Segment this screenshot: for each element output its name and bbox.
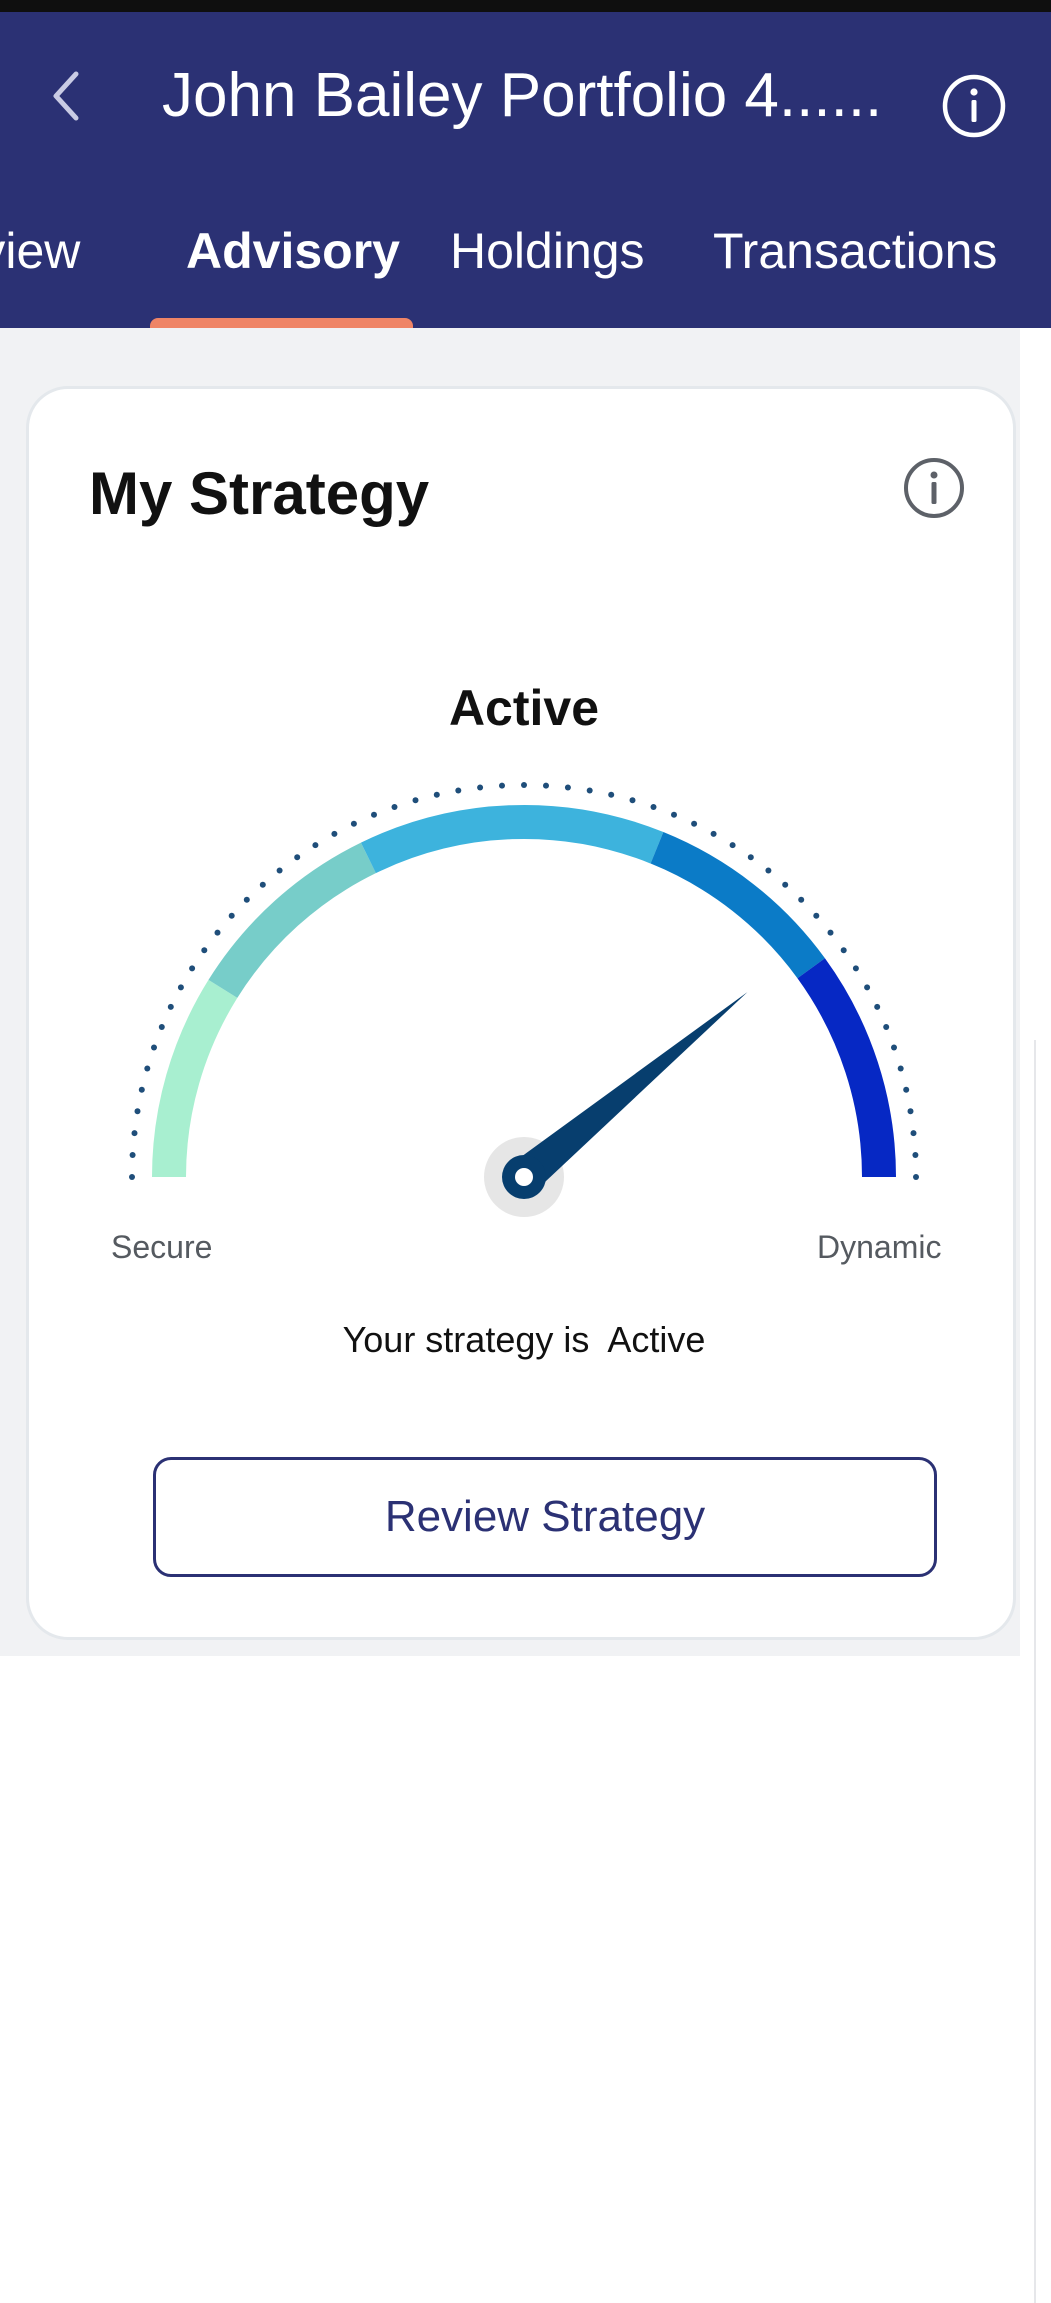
gauge-needle xyxy=(484,992,748,1217)
gauge-dot xyxy=(782,881,789,888)
gauge-dot xyxy=(907,1108,914,1115)
gauge-dot xyxy=(586,787,593,794)
gauge-min-label: Secure xyxy=(111,1229,213,1265)
gauge-needle-pointer xyxy=(512,992,748,1191)
gauge-dot xyxy=(350,820,357,827)
gauge-dot xyxy=(477,784,484,791)
gauge-dot xyxy=(129,1174,135,1180)
gauge-dot xyxy=(897,1065,904,1072)
gauge-dot xyxy=(276,867,283,874)
gauge-dot xyxy=(167,1003,174,1010)
gauge-dot xyxy=(650,804,657,810)
gauge-dot xyxy=(144,1065,151,1072)
gauge-dot xyxy=(691,820,698,827)
gauge-dot xyxy=(158,1024,165,1030)
strategy-status-text: Your strategy is Active xyxy=(342,1319,706,1360)
gauge-dot xyxy=(912,1152,919,1158)
gauge-dot xyxy=(813,912,820,919)
gauge-dot xyxy=(371,811,377,818)
gauge-dot xyxy=(827,929,834,936)
gauge-dot xyxy=(499,782,505,789)
gauge-dot xyxy=(455,787,462,794)
gauge-dot xyxy=(671,811,677,818)
strategy-card: My Strategy Active Secure Dynamic Your s… xyxy=(26,386,1016,1640)
gauge-dot xyxy=(910,1130,917,1137)
gauge-dot xyxy=(391,804,398,810)
gauge-segment xyxy=(208,842,377,999)
tab-holdings[interactable]: Holdings xyxy=(450,222,645,280)
gauge-dot xyxy=(564,784,571,791)
tab-advisory[interactable]: Advisory xyxy=(186,222,400,280)
right-edge-divider xyxy=(1034,1040,1051,2303)
gauge-dot xyxy=(214,929,221,936)
gauge-max-label: Dynamic xyxy=(817,1229,942,1265)
gauge-dot xyxy=(138,1086,145,1093)
gauge-dot xyxy=(228,912,235,919)
gauge-dot xyxy=(765,867,772,874)
gauge-dot xyxy=(412,797,419,804)
gauge-dot xyxy=(874,1003,881,1010)
gauge-dot xyxy=(131,1130,138,1137)
gauge-segment xyxy=(797,958,896,1178)
gauge-dot xyxy=(331,830,338,837)
gauge-dot xyxy=(312,842,319,849)
gauge-dot xyxy=(629,797,636,804)
gauge-dot xyxy=(710,830,717,837)
gauge-dot xyxy=(891,1044,897,1051)
gauge-dot xyxy=(608,791,615,798)
gauge-dot xyxy=(543,782,549,789)
review-strategy-button[interactable]: Review Strategy xyxy=(153,1457,937,1577)
gauge-dot xyxy=(903,1086,910,1093)
tab-overview[interactable]: Overview xyxy=(0,222,80,280)
gauge-dot xyxy=(883,1024,890,1030)
gauge-dot xyxy=(129,1152,136,1158)
gauge-dot xyxy=(852,965,859,972)
app-header: John Bailey Portfolio 4...... Overview A… xyxy=(0,12,1051,328)
gauge-segment xyxy=(650,832,825,979)
gauge-dot xyxy=(521,782,527,788)
gauge-dot xyxy=(243,896,250,903)
tab-bar: Overview Advisory Holdings Transactions xyxy=(0,12,1051,328)
gauge-dot xyxy=(134,1108,141,1115)
gauge-dot xyxy=(189,965,196,972)
gauge-dot xyxy=(433,791,440,798)
gauge-dot xyxy=(729,842,736,849)
gauge-needle-hub-center xyxy=(515,1168,533,1186)
gauge-segment xyxy=(360,804,664,874)
gauge-segments xyxy=(152,804,896,1178)
status-bar xyxy=(0,0,1051,12)
gauge-dot xyxy=(913,1174,919,1180)
gauge-dot xyxy=(840,947,847,954)
tab-transactions[interactable]: Transactions xyxy=(713,222,997,280)
gauge-dot xyxy=(747,854,754,861)
active-tab-indicator xyxy=(150,318,413,328)
gauge-dot xyxy=(177,984,184,991)
gauge-dot xyxy=(151,1044,157,1051)
gauge-dot xyxy=(259,881,266,888)
gauge-dot xyxy=(798,896,805,903)
gauge-dot xyxy=(201,947,208,954)
gauge-dot xyxy=(294,854,301,861)
gauge-segment xyxy=(152,979,238,1178)
gauge-dot xyxy=(864,984,871,991)
